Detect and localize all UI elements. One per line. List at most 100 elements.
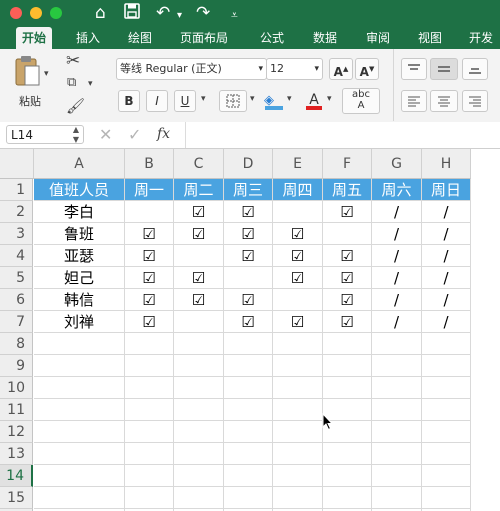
duty-cell[interactable] xyxy=(224,267,273,289)
undo-icon[interactable]: ↶ xyxy=(156,3,170,23)
duty-cell[interactable]: ☑ xyxy=(323,289,372,311)
duty-cell[interactable]: ☑ xyxy=(273,245,323,267)
grid-cell[interactable] xyxy=(125,443,174,465)
duty-cell[interactable]: ☑ xyxy=(174,289,224,311)
row-header[interactable]: 9 xyxy=(0,355,33,377)
duty-cell[interactable] xyxy=(174,311,224,333)
grid-cell[interactable] xyxy=(34,377,125,399)
duty-cell[interactable]: ☑ xyxy=(224,289,273,311)
duty-cell[interactable]: / xyxy=(422,223,471,245)
column-header[interactable]: F xyxy=(323,149,372,179)
column-header[interactable]: B xyxy=(125,149,174,179)
align-bottom-button[interactable] xyxy=(462,58,488,80)
duty-cell[interactable]: ☑ xyxy=(224,245,273,267)
grow-font-button[interactable]: A▲ xyxy=(329,58,353,80)
grid-cell[interactable] xyxy=(174,377,224,399)
grid-cell[interactable] xyxy=(372,443,422,465)
grid-cell[interactable] xyxy=(372,421,422,443)
duty-cell[interactable]: ☑ xyxy=(224,223,273,245)
grid-cell[interactable] xyxy=(224,399,273,421)
grid-cell[interactable] xyxy=(273,487,323,509)
underline-dropdown-icon[interactable]: ▾ xyxy=(201,94,206,104)
grid-cell[interactable] xyxy=(273,399,323,421)
grid-cell[interactable] xyxy=(323,487,372,509)
grid-cell[interactable] xyxy=(34,399,125,421)
grid-cell[interactable] xyxy=(174,487,224,509)
duty-cell[interactable]: / xyxy=(372,201,422,223)
grid-cell[interactable] xyxy=(422,333,471,355)
grid-cell[interactable] xyxy=(125,377,174,399)
grid-cell[interactable] xyxy=(174,443,224,465)
header-cell[interactable]: 周五 xyxy=(323,179,372,201)
duty-cell[interactable]: ☑ xyxy=(174,223,224,245)
duty-cell[interactable]: ☑ xyxy=(323,201,372,223)
header-cell[interactable]: 周四 xyxy=(273,179,323,201)
duty-cell[interactable]: ☑ xyxy=(323,245,372,267)
grid-cell[interactable] xyxy=(174,399,224,421)
duty-cell[interactable]: ☑ xyxy=(273,267,323,289)
formula-input[interactable] xyxy=(190,127,490,143)
align-right-button[interactable] xyxy=(462,90,488,112)
grid-cell[interactable] xyxy=(125,465,174,487)
save-icon[interactable] xyxy=(124,3,140,24)
align-center-button[interactable] xyxy=(430,90,458,112)
bold-button[interactable]: B xyxy=(118,90,140,112)
grid-cell[interactable] xyxy=(273,333,323,355)
row-header[interactable]: 6 xyxy=(0,289,33,311)
row-header[interactable]: 4 xyxy=(0,245,33,267)
tab-draw[interactable]: 绘图 xyxy=(128,27,152,49)
grid-cell[interactable] xyxy=(174,355,224,377)
grid-cell[interactable] xyxy=(224,487,273,509)
grid-cell[interactable] xyxy=(125,333,174,355)
tab-review[interactable]: 审阅 xyxy=(366,27,390,49)
grid-cell[interactable] xyxy=(273,443,323,465)
grid-cell[interactable] xyxy=(224,465,273,487)
grid-cell[interactable] xyxy=(372,465,422,487)
duty-cell[interactable]: ☑ xyxy=(224,311,273,333)
header-cell[interactable]: 周二 xyxy=(174,179,224,201)
phonetic-button[interactable]: abc A xyxy=(342,88,380,114)
name-cell[interactable]: 李白 xyxy=(34,201,125,223)
grid-cell[interactable] xyxy=(224,333,273,355)
duty-cell[interactable]: ☑ xyxy=(174,267,224,289)
duty-cell[interactable]: / xyxy=(422,311,471,333)
row-header[interactable]: 2 xyxy=(0,201,33,223)
row-header[interactable]: 8 xyxy=(0,333,33,355)
align-top-button[interactable] xyxy=(401,58,427,80)
undo-dropdown-icon[interactable]: ▾ xyxy=(177,6,182,26)
grid-cell[interactable] xyxy=(34,355,125,377)
grid-cell[interactable] xyxy=(422,355,471,377)
duty-cell[interactable]: ☑ xyxy=(273,311,323,333)
grid-cell[interactable] xyxy=(323,443,372,465)
grid-cell[interactable] xyxy=(273,355,323,377)
borders-button[interactable] xyxy=(219,90,247,112)
select-all-corner[interactable] xyxy=(0,149,34,179)
grid-cell[interactable] xyxy=(224,355,273,377)
copy-icon[interactable]: ⧉ xyxy=(67,75,76,90)
name-cell[interactable]: 鲁班 xyxy=(34,223,125,245)
column-header[interactable]: H xyxy=(422,149,471,179)
align-left-button[interactable] xyxy=(401,90,427,112)
duty-cell[interactable]: / xyxy=(422,267,471,289)
grid-cell[interactable] xyxy=(422,487,471,509)
grid-cell[interactable] xyxy=(125,399,174,421)
grid-cell[interactable] xyxy=(422,377,471,399)
tab-formulas[interactable]: 公式 xyxy=(260,27,284,49)
shrink-font-button[interactable]: A▼ xyxy=(355,58,379,80)
column-header[interactable]: A xyxy=(34,149,125,179)
customize-toolbar-icon[interactable]: ⩡ xyxy=(231,5,238,25)
row-header[interactable]: 11 xyxy=(0,399,33,421)
grid-cell[interactable] xyxy=(174,333,224,355)
underline-button[interactable]: U xyxy=(174,90,196,112)
name-cell[interactable]: 亚瑟 xyxy=(34,245,125,267)
row-header[interactable]: 13 xyxy=(0,443,33,465)
grid-cell[interactable] xyxy=(125,421,174,443)
duty-cell[interactable]: / xyxy=(422,201,471,223)
grid-cell[interactable] xyxy=(34,487,125,509)
column-header[interactable]: C xyxy=(174,149,224,179)
row-header[interactable]: 1 xyxy=(0,179,33,201)
header-cell[interactable]: 周日 xyxy=(422,179,471,201)
name-cell[interactable]: 妲己 xyxy=(34,267,125,289)
tab-insert[interactable]: 插入 xyxy=(76,27,100,49)
minimize-window-button[interactable] xyxy=(30,7,42,19)
